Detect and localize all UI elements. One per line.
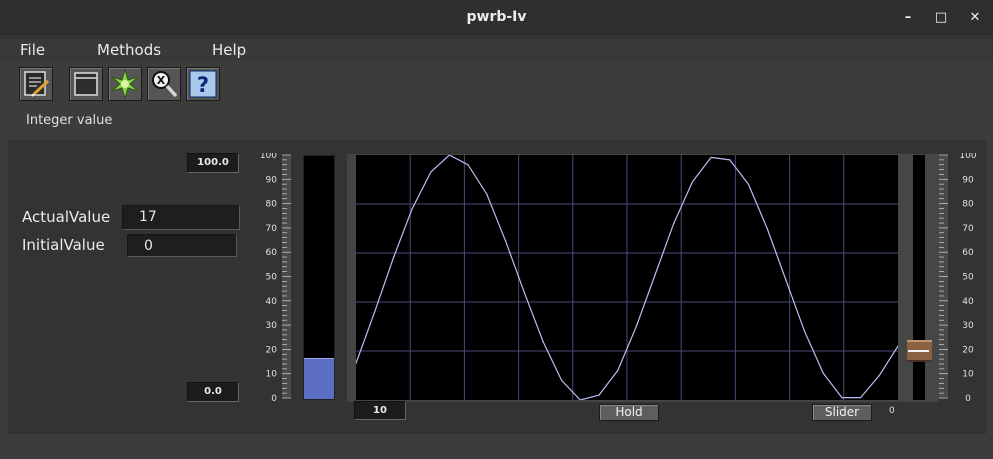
slider-handle[interactable] — [907, 340, 932, 362]
trend-point — [822, 372, 824, 374]
trend-point — [785, 279, 787, 281]
trend-point — [392, 257, 394, 259]
trend-point — [617, 370, 619, 372]
trend-point — [560, 379, 563, 381]
trend-point — [654, 274, 656, 276]
menu-bar: File Methods Help — [0, 37, 993, 62]
scale-label: 80 — [962, 200, 974, 210]
scale-label: 20 — [962, 345, 974, 355]
scale-label: 0 — [965, 394, 971, 404]
bar-fill — [304, 357, 334, 399]
scale-label: 60 — [266, 248, 278, 258]
trend-point — [598, 394, 600, 396]
scale-label: 30 — [266, 321, 278, 331]
trend-curve — [356, 155, 898, 400]
help-button[interactable]: ? — [186, 67, 220, 101]
actual-value-label: ActualValue — [22, 208, 111, 226]
trend-point — [766, 227, 768, 230]
trend-point — [803, 330, 806, 332]
open-window-button[interactable] — [69, 67, 103, 101]
trend-point — [542, 340, 544, 342]
trend-point — [467, 164, 469, 166]
trend-point — [523, 291, 525, 293]
trend-point — [374, 311, 376, 313]
hold-button[interactable]: Hold — [599, 404, 659, 421]
scale-label: 40 — [962, 297, 974, 307]
scale-label: 100 — [260, 153, 277, 161]
menu-file[interactable]: File — [20, 41, 45, 59]
edit-notes-icon — [24, 71, 50, 97]
trend-point — [411, 208, 413, 210]
scale-label: 80 — [266, 200, 278, 210]
scale-label: 100 — [959, 153, 976, 161]
navigator-button[interactable] — [108, 67, 142, 101]
status-message: Integer value — [26, 113, 113, 128]
initial-value-label: InitialValue — [22, 236, 105, 254]
slider-track[interactable] — [913, 155, 925, 400]
crossref-search-button[interactable]: X — [147, 67, 181, 101]
trend-point — [635, 325, 637, 328]
trend-point — [841, 396, 843, 399]
scale-label: 30 — [962, 321, 974, 331]
scale-label: 70 — [266, 224, 278, 234]
menu-help[interactable]: Help — [212, 41, 246, 59]
navigator-star-icon — [111, 68, 139, 100]
svg-text:?: ? — [197, 73, 209, 97]
scale-label: 90 — [266, 175, 278, 185]
scale-label: 0 — [271, 394, 277, 404]
bar-max-field[interactable]: 100.0 — [187, 153, 239, 173]
maximize-button[interactable]: □ — [931, 8, 951, 28]
scale-label: 10 — [962, 370, 974, 380]
close-button[interactable]: ✕ — [965, 8, 985, 28]
actual-value-field[interactable]: 17 — [122, 205, 240, 230]
trend-point — [710, 156, 712, 159]
trend-point — [430, 171, 432, 173]
app-window: pwrb-Iv – □ ✕ File Methods Help X ? Inte… — [0, 0, 993, 459]
menu-methods[interactable]: Methods — [97, 41, 161, 59]
scale-label: 50 — [962, 273, 974, 283]
toolbar: X ? Integer value — [0, 62, 993, 130]
title-bar[interactable]: pwrb-Iv – □ ✕ — [0, 0, 993, 36]
trend-point — [486, 193, 488, 195]
scale-label: 60 — [962, 248, 974, 258]
right-scale: 1009080706050403020100 — [939, 153, 977, 404]
bar-graph — [303, 155, 335, 400]
initial-value-field[interactable]: 0 — [127, 234, 237, 257]
trend-point — [878, 374, 880, 377]
scale-label: 90 — [962, 175, 974, 185]
scale-label: 20 — [266, 345, 278, 355]
scale-label: 10 — [266, 370, 278, 380]
minimize-button[interactable]: – — [898, 8, 918, 28]
trend-point — [691, 181, 694, 183]
open-window-icon — [74, 72, 98, 96]
trend-point — [860, 396, 862, 399]
left-scale: 1009080706050403020100 — [260, 153, 291, 404]
trend-point — [504, 240, 507, 242]
trend-point — [729, 159, 731, 161]
svg-text:X: X — [157, 74, 166, 87]
trend-point — [673, 223, 675, 225]
slider-button[interactable]: Slider — [812, 404, 872, 421]
time-range-field[interactable]: 10 — [354, 401, 406, 420]
edit-notes-button[interactable] — [19, 67, 53, 101]
scale-label: 70 — [962, 224, 974, 234]
slider-min-label: 0 — [889, 406, 895, 416]
help-icon: ? — [189, 70, 217, 98]
scale-label: 40 — [266, 297, 278, 307]
bar-min-field[interactable]: 0.0 — [187, 382, 239, 402]
trend-point — [747, 183, 750, 185]
crossref-search-icon: X — [152, 71, 178, 98]
window-title: pwrb-Iv — [466, 9, 527, 25]
scale-label: 50 — [266, 273, 278, 283]
main-panel: ActualValue 17 InitialValue 0 100.0 0.0 … — [8, 140, 986, 434]
